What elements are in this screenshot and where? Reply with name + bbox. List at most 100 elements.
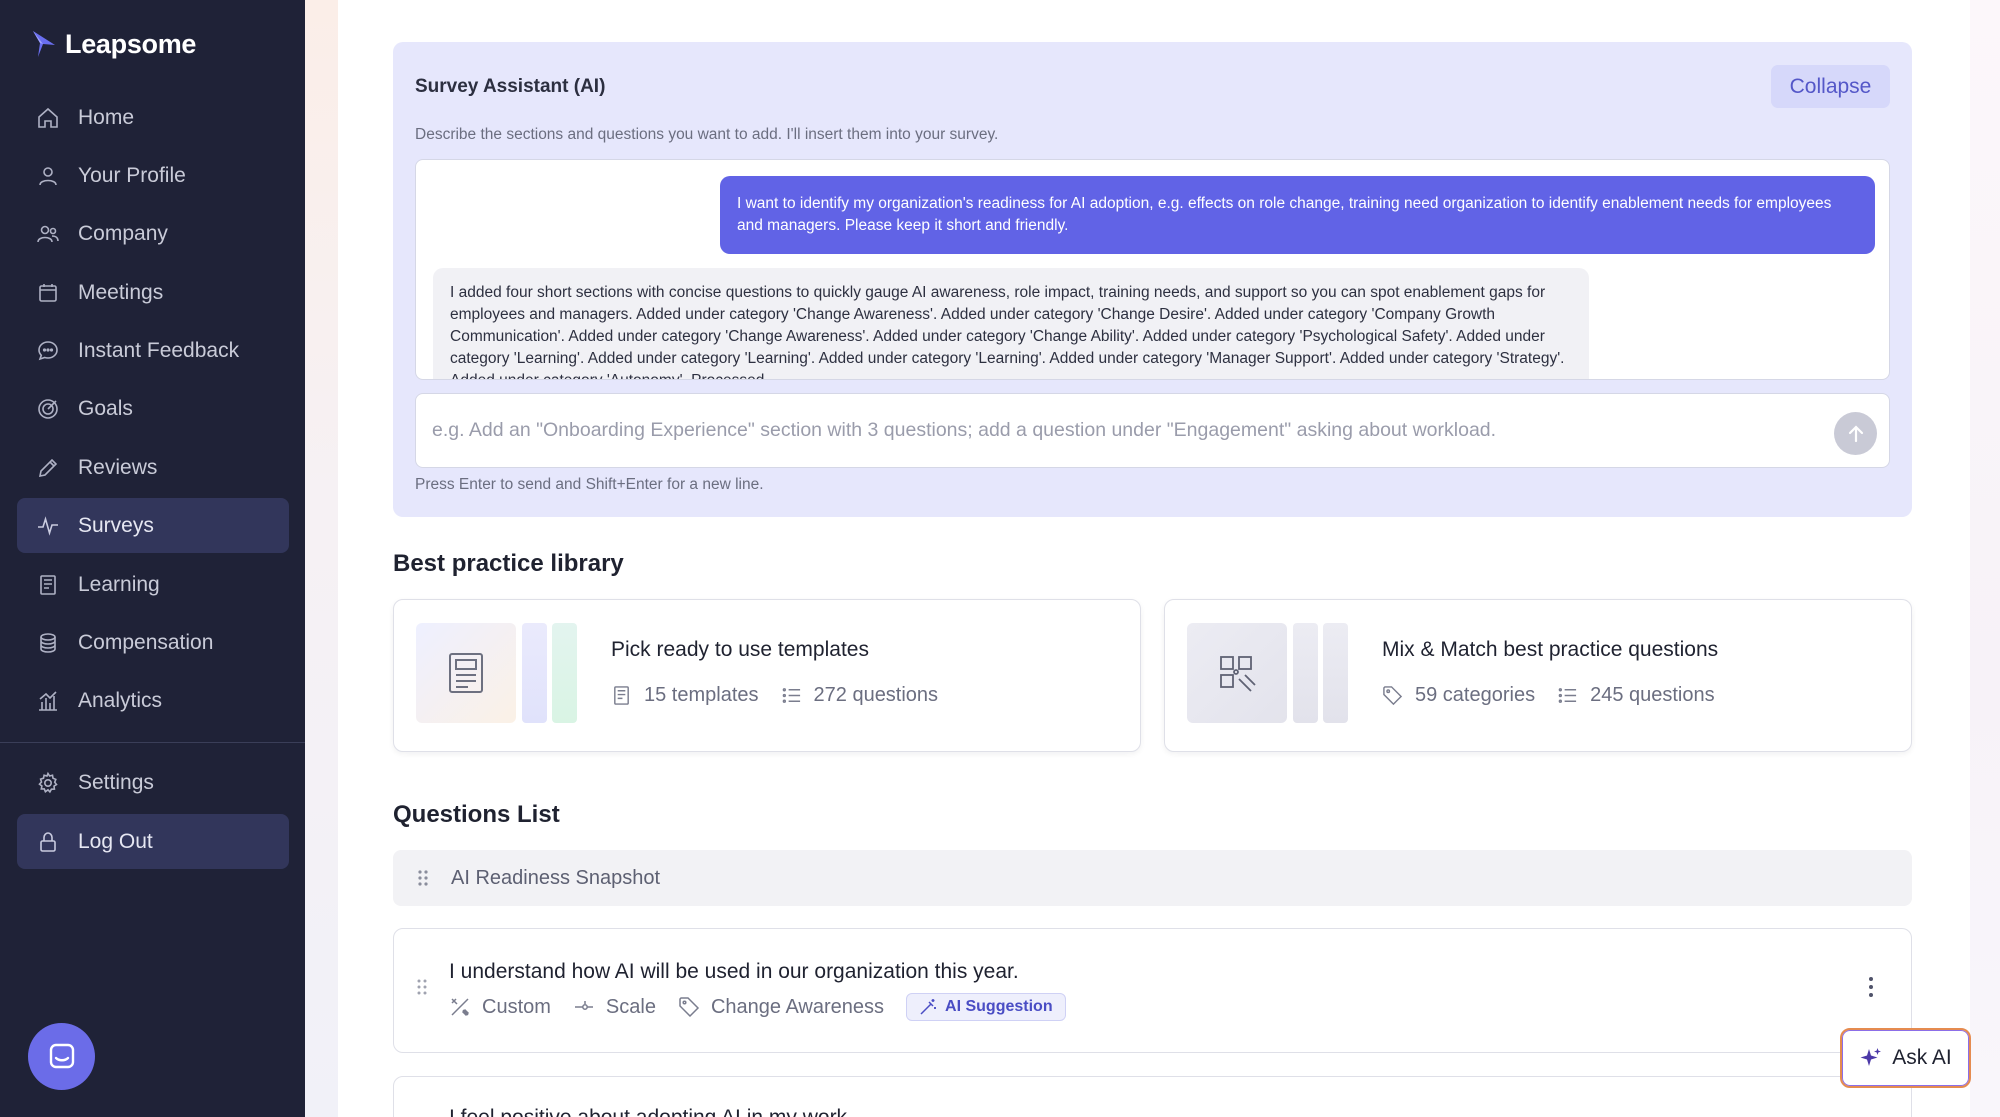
categories-count: 59 categories <box>1415 684 1536 706</box>
drag-handle-icon[interactable] <box>413 868 433 888</box>
sparkle-icon <box>1860 1048 1882 1066</box>
logo[interactable]: Leapsome <box>31 26 196 62</box>
sidebar-item-meetings[interactable]: Meetings <box>17 265 289 320</box>
list-icon <box>1558 688 1577 703</box>
sidebar-item-company[interactable]: Company <box>17 206 289 261</box>
users-icon <box>37 225 59 242</box>
sidebar-item-label: Learning <box>78 572 160 596</box>
sidebar-item-instant-feedback[interactable]: Instant Feedback <box>17 323 289 378</box>
document-icon <box>449 653 483 693</box>
questions-list-title: Questions List <box>393 801 560 828</box>
chat-bubble-icon <box>49 1043 74 1068</box>
user-message: I want to identify my organization's rea… <box>720 176 1875 254</box>
assistant-message: I added four short sections with concise… <box>433 268 1589 379</box>
sidebar-item-label: Home <box>78 105 135 129</box>
sidebar-item-goals[interactable]: Goals <box>17 381 289 436</box>
sidebar-item-label: Log Out <box>78 829 153 853</box>
question-card[interactable]: I understand how AI will be used in our … <box>393 928 1912 1053</box>
leapsome-logo-icon <box>33 31 55 57</box>
templates-card[interactable]: Pick ready to use templates 15 templates… <box>393 599 1141 752</box>
templates-count: 15 templates <box>644 684 759 706</box>
document-icon <box>614 686 629 705</box>
templates-questions-count: 272 questions <box>813 684 939 706</box>
calendar-icon <box>39 283 57 302</box>
magic-wand-icon <box>920 999 937 1015</box>
assistant-prompt-box <box>415 393 1890 468</box>
slider-icon <box>574 1001 593 1010</box>
assistant-description: Describe the sections and questions you … <box>415 126 999 143</box>
assistant-prompt-input[interactable] <box>432 394 1812 467</box>
question-text: I feel positive about adopting AI in my … <box>449 1106 853 1117</box>
sidebar-item-settings[interactable]: Settings <box>17 755 289 810</box>
mix-match-card[interactable]: Mix & Match best practice questions 59 c… <box>1164 599 1912 752</box>
sidebar-item-label: Settings <box>78 770 154 794</box>
sidebar-item-your-profile[interactable]: Your Profile <box>17 148 289 203</box>
arrow-up-icon <box>1848 424 1863 442</box>
question-format: Scale <box>605 995 656 1018</box>
templates-thumbnail <box>416 623 516 723</box>
sidebar-item-home[interactable]: Home <box>17 90 289 145</box>
question-text: I understand how AI will be used in our … <box>449 960 1019 983</box>
tools-icon <box>451 998 470 1017</box>
sidebar-item-compensation[interactable]: Compensation <box>17 615 289 670</box>
mix-match-questions-count: 245 questions <box>1590 684 1715 706</box>
tag-icon <box>679 997 699 1018</box>
target-icon <box>38 398 58 419</box>
sidebar-item-label: Meetings <box>78 280 164 304</box>
question-type: Custom <box>482 995 551 1018</box>
more-options-icon[interactable] <box>1867 976 1875 998</box>
thumbnail-stack <box>522 623 547 723</box>
user-icon <box>39 166 57 185</box>
assistant-hint: Press Enter to send and Shift+Enter for … <box>415 476 764 493</box>
question-meta: Custom Scale Change Awareness AI Suggest… <box>449 993 1066 1021</box>
sidebar-item-label: Compensation <box>78 630 214 654</box>
pencil-icon <box>38 458 58 477</box>
drag-handle-icon[interactable] <box>412 977 432 997</box>
coins-icon <box>40 632 56 653</box>
sidebar-item-label: Surveys <box>78 513 154 537</box>
sidebar-item-learning[interactable]: Learning <box>17 557 289 612</box>
ask-ai-label: Ask AI <box>1892 1046 1952 1069</box>
sidebar-item-label: Reviews <box>78 455 158 479</box>
sidebar-item-analytics[interactable]: Analytics <box>17 673 289 728</box>
book-icon <box>40 574 56 595</box>
list-icon <box>782 688 800 703</box>
sidebar-item-log-out[interactable]: Log Out <box>17 814 289 869</box>
sidebar-item-reviews[interactable]: Reviews <box>17 440 289 495</box>
sidebar-item-label: Your Profile <box>78 163 186 187</box>
section-name: AI Readiness Snapshot <box>451 866 661 889</box>
puzzle-icon <box>1220 656 1256 692</box>
right-gradient-edge <box>1970 0 2000 1117</box>
library-title: Best practice library <box>393 550 624 577</box>
sidebar: Leapsome Home Your Profile Company Meeti… <box>0 0 305 1117</box>
question-section-row[interactable]: AI Readiness Snapshot <box>393 850 1912 906</box>
question-card[interactable]: I feel positive about adopting AI in my … <box>393 1076 1912 1117</box>
collapse-button[interactable]: Collapse <box>1771 65 1890 108</box>
assistant-title: Survey Assistant (AI) <box>415 76 606 97</box>
sidebar-item-surveys[interactable]: Surveys <box>17 498 289 553</box>
sidebar-item-label: Analytics <box>78 688 163 712</box>
pulse-icon <box>38 515 58 536</box>
ask-ai-button[interactable]: Ask AI <box>1840 1028 1971 1088</box>
mix-match-thumbnail <box>1187 623 1287 723</box>
thumbnail-stack <box>552 623 577 723</box>
sidebar-item-label: Company <box>78 221 168 245</box>
mix-match-card-title: Mix & Match best practice questions <box>1382 638 1719 661</box>
thumbnail-stack <box>1323 623 1348 723</box>
thumbnail-stack <box>1293 623 1318 723</box>
tag-icon <box>1383 686 1403 706</box>
templates-card-meta: 15 templates 272 questions <box>611 684 938 707</box>
assistant-chat-history[interactable]: I want to identify my organization's rea… <box>415 159 1890 380</box>
question-category: Change Awareness <box>710 995 885 1018</box>
app-name: Leapsome <box>65 28 197 59</box>
gear-icon <box>38 771 58 793</box>
sidebar-item-label: Goals <box>78 396 133 420</box>
chat-icon <box>38 340 58 360</box>
ai-suggestion-badge: AI Suggestion <box>906 993 1066 1021</box>
chart-icon <box>39 690 57 711</box>
support-chat-button[interactable] <box>28 1023 95 1090</box>
content-gradient-strip <box>305 0 338 1117</box>
send-button[interactable] <box>1834 412 1877 455</box>
sidebar-divider <box>0 742 305 743</box>
mix-match-card-meta: 59 categories 245 questions <box>1382 684 1715 707</box>
